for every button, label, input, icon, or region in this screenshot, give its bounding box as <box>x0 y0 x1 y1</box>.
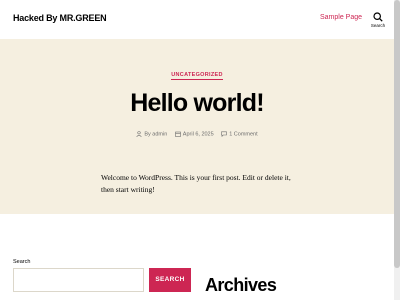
user-icon <box>136 131 142 137</box>
post-title: Hello world! <box>130 89 264 117</box>
archives-heading: Archives <box>205 275 277 295</box>
post-comments-link[interactable]: 1 Comment <box>229 131 257 137</box>
search-widget-input[interactable] <box>13 268 144 292</box>
search-icon <box>373 12 383 22</box>
scrollbar-thumb[interactable] <box>394 0 400 268</box>
search-widget-label: Search <box>13 259 31 265</box>
post-header: UNCATEGORIZED Hello world! By admin Apri… <box>0 39 394 214</box>
category-link[interactable]: UNCATEGORIZED <box>171 72 223 80</box>
site-title[interactable]: Hacked By MR.GREEN <box>13 13 107 23</box>
nav-item-sample-page[interactable]: Sample Page <box>320 14 362 21</box>
post-meta: By admin April 6, 2025 1 Comment <box>0 131 394 138</box>
post-content: Welcome to WordPress. This is your first… <box>101 173 291 194</box>
post-date: April 6, 2025 <box>174 131 214 137</box>
site-header: Hacked By MR.GREEN Sample Page Search <box>0 0 394 39</box>
post-date-link[interactable]: April 6, 2025 <box>183 131 214 137</box>
search-submit-button[interactable]: SEARCH <box>149 268 191 292</box>
post-author-link[interactable]: By admin <box>144 131 167 137</box>
search-toggle-label: Search <box>370 23 386 28</box>
search-toggle-button[interactable]: Search <box>368 12 388 34</box>
comment-icon <box>221 131 228 138</box>
scrollbar-track[interactable] <box>394 0 400 300</box>
category-link-wrap: UNCATEGORIZED <box>0 72 394 80</box>
post-comments: 1 Comment <box>221 131 258 138</box>
post-author: By admin <box>136 131 167 137</box>
calendar-icon <box>174 131 181 137</box>
